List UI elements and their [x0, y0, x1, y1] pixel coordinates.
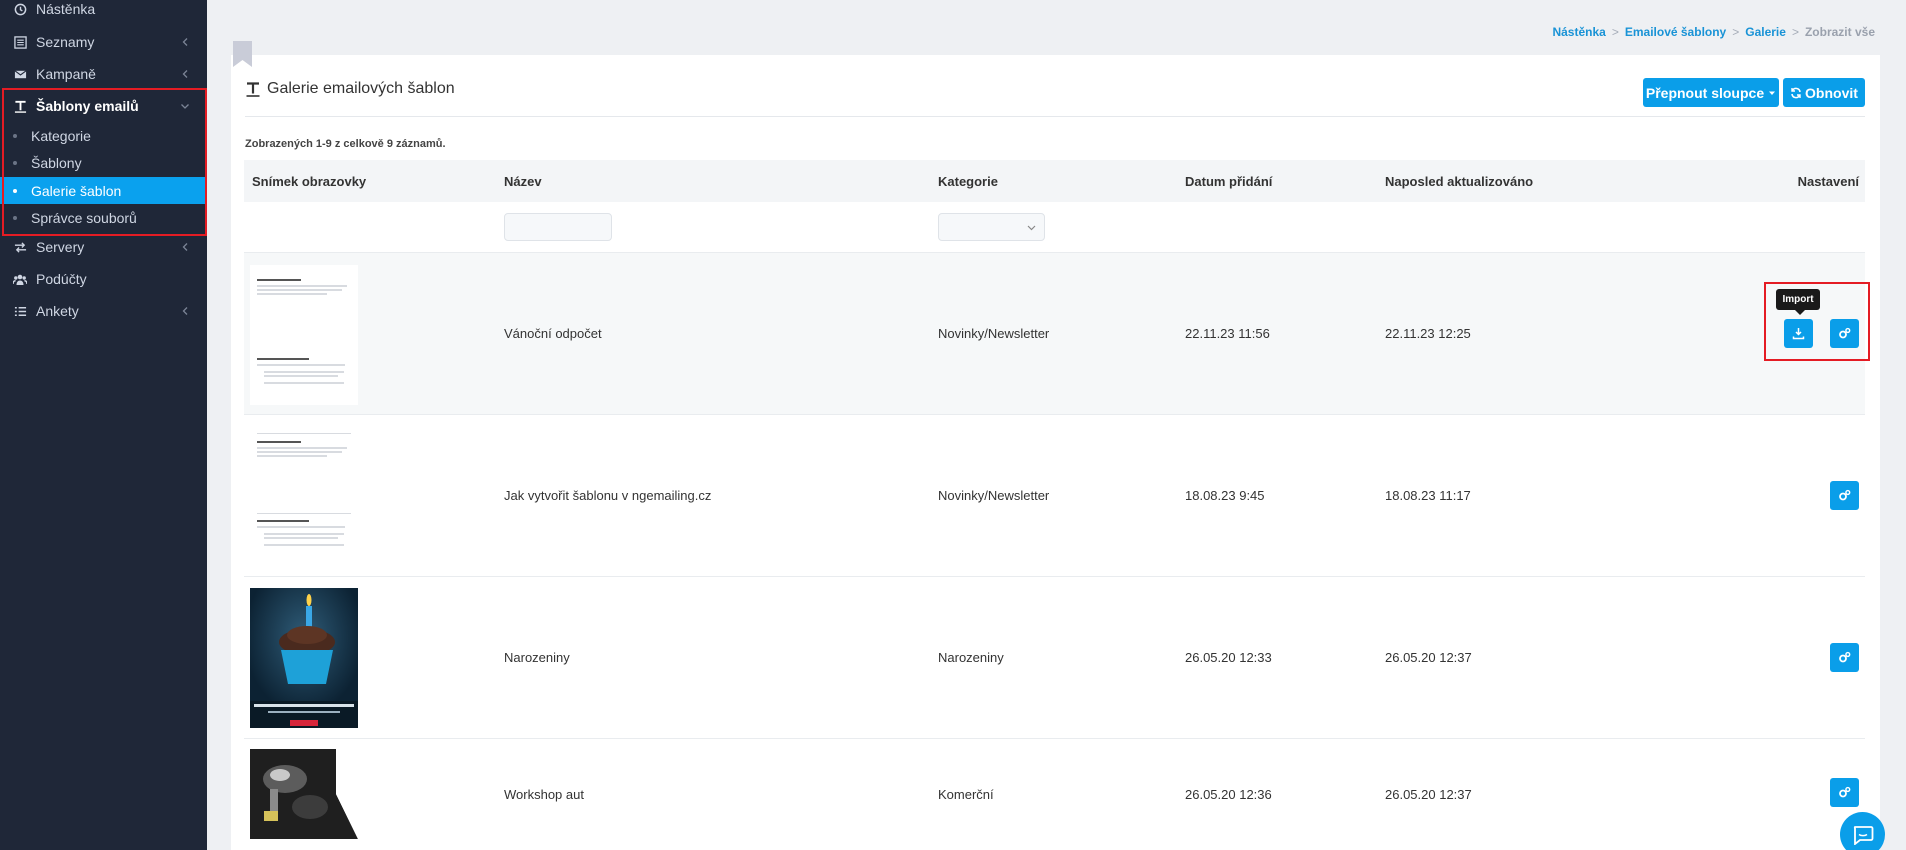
template-date-added: 26.05.20 12:33	[1185, 650, 1272, 665]
template-name: Vánoční odpočet	[504, 326, 602, 341]
sidebar-item-label: Kampaně	[36, 66, 96, 82]
breadcrumb-link-email-templates[interactable]: Emailové šablony	[1625, 25, 1726, 39]
chevron-left-icon	[182, 243, 188, 251]
table-row[interactable]: Jak vytvořit šablonu v ngemailing.cz Nov…	[244, 414, 1865, 576]
page-title-text: Galerie emailových šablon	[267, 80, 455, 97]
settings-button[interactable]	[1830, 643, 1859, 672]
template-last-updated: 26.05.20 12:37	[1385, 787, 1472, 802]
birthday-cupcake-image	[250, 588, 358, 728]
highlight-frame	[1764, 282, 1870, 361]
gears-icon	[1839, 489, 1851, 501]
template-date-added: 26.05.20 12:36	[1185, 787, 1272, 802]
toggle-columns-button[interactable]: Přepnout sloupce	[1643, 78, 1779, 107]
template-last-updated: 22.11.23 12:25	[1385, 326, 1471, 341]
breadcrumb-separator: >	[1791, 25, 1799, 39]
sidebar-item-polls[interactable]: Ankety	[0, 295, 207, 327]
table-header: Snímek obrazovky Název Kategorie Datum p…	[244, 160, 1865, 202]
users-icon	[13, 272, 27, 286]
breadcrumb-current: Zobrazit vše	[1804, 25, 1875, 39]
template-name: Jak vytvořit šablonu v ngemailing.cz	[504, 488, 712, 503]
chat-icon	[1853, 825, 1873, 845]
template-category: Narozeniny	[938, 650, 1004, 665]
list-icon	[13, 304, 27, 318]
column-header-last-updated[interactable]: Naposled aktualizováno	[1385, 174, 1533, 189]
template-thumbnail[interactable]	[250, 427, 358, 567]
template-thumbnail[interactable]	[250, 265, 358, 405]
table-row[interactable]: Workshop aut Komerční 26.05.20 12:36 26.…	[244, 738, 1865, 850]
divider	[245, 116, 1865, 117]
bookmark-icon	[233, 41, 252, 67]
template-last-updated: 26.05.20 12:37	[1385, 650, 1472, 665]
breadcrumb-link-dashboard[interactable]: Nástěnka	[1552, 25, 1605, 39]
template-name: Narozeniny	[504, 650, 570, 665]
chat-button[interactable]	[1840, 812, 1885, 850]
highlight-frame	[2, 88, 207, 236]
template-category: Komerční	[938, 787, 994, 802]
sidebar-item-lists[interactable]: Seznamy	[0, 26, 207, 58]
template-last-updated: 18.08.23 11:17	[1385, 488, 1471, 503]
envelope-icon	[13, 67, 27, 81]
template-thumbnail[interactable]	[250, 588, 358, 728]
chevron-down-icon	[1027, 225, 1036, 231]
table-row[interactable]: Narozeniny Narozeniny 26.05.20 12:33 26.…	[244, 576, 1865, 738]
sidebar-item-dashboard[interactable]: Nástěnka	[0, 0, 207, 25]
sidebar-item-campaigns[interactable]: Kampaně	[0, 58, 207, 90]
column-header-date-added[interactable]: Datum přidání	[1185, 174, 1272, 189]
exchange-icon	[13, 240, 27, 254]
template-category: Novinky/Newsletter	[938, 488, 1050, 503]
breadcrumb: Nástěnka > Emailové šablony > Galerie > …	[1552, 25, 1875, 39]
refresh-icon	[1791, 87, 1801, 98]
column-header-settings: Nastavení	[1797, 174, 1859, 189]
sidebar-item-label: Ankety	[36, 303, 79, 319]
sidebar-item-label: Nástěnka	[36, 1, 96, 17]
list-icon	[13, 35, 27, 49]
column-header-screenshot[interactable]: Snímek obrazovky	[252, 174, 366, 189]
template-thumbnail[interactable]	[250, 749, 358, 839]
breadcrumb-link-gallery[interactable]: Galerie	[1745, 25, 1786, 39]
template-category: Novinky/Newsletter	[938, 326, 1050, 341]
breadcrumb-separator: >	[1732, 25, 1740, 39]
chevron-left-icon	[182, 38, 188, 46]
template-date-added: 18.08.23 9:45	[1185, 488, 1265, 503]
page-title: Galerie emailových šablon	[245, 80, 455, 98]
sidebar-item-subaccounts[interactable]: Podúčty	[0, 263, 207, 295]
settings-button[interactable]	[1830, 481, 1859, 510]
category-filter-select[interactable]	[938, 213, 1045, 241]
sidebar-item-label: Seznamy	[36, 34, 95, 50]
settings-button[interactable]	[1830, 778, 1859, 807]
refresh-label: Obnovit	[1805, 84, 1858, 101]
table-row[interactable]: Vánoční odpočet Novinky/Newsletter 22.11…	[244, 252, 1865, 414]
column-header-name[interactable]: Název	[504, 174, 542, 189]
name-filter-input[interactable]	[504, 213, 612, 241]
column-header-category[interactable]: Kategorie	[938, 174, 998, 189]
gears-icon	[1839, 651, 1851, 663]
toggle-columns-label: Přepnout sloupce	[1645, 84, 1765, 101]
text-icon	[246, 82, 260, 97]
car-workshop-image	[250, 749, 358, 839]
chevron-left-icon	[182, 307, 188, 315]
caret-down-icon	[1769, 91, 1776, 95]
sidebar-item-label: Servery	[36, 239, 85, 255]
clock-icon	[13, 2, 27, 16]
records-count: Zobrazených 1-9 z celkově 9 záznamů.	[245, 138, 446, 150]
filter-row	[244, 202, 1865, 252]
template-date-added: 22.11.23 11:56	[1185, 326, 1270, 341]
breadcrumb-separator: >	[1611, 25, 1619, 39]
template-name: Workshop aut	[504, 787, 584, 802]
gears-icon	[1839, 786, 1851, 798]
chevron-left-icon	[182, 70, 188, 78]
refresh-button[interactable]: Obnovit	[1783, 78, 1865, 107]
sidebar-item-label: Podúčty	[36, 271, 87, 287]
